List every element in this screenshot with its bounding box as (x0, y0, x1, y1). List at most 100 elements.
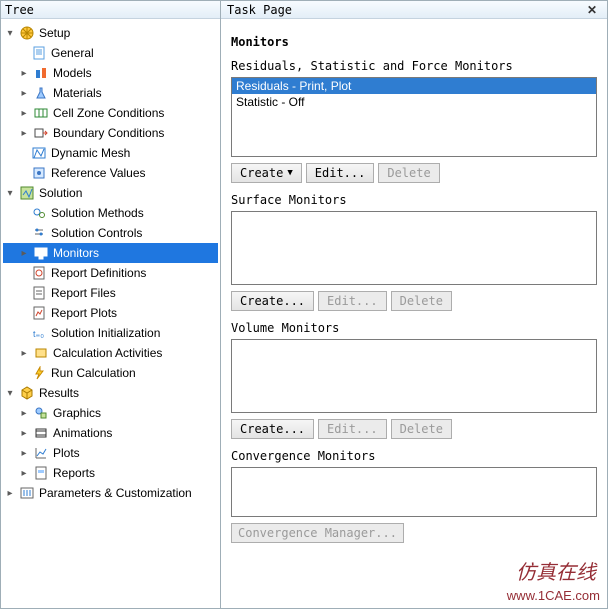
tree-node-calc-activities[interactable]: ▸ Calculation Activities (3, 343, 218, 363)
tree-node-materials[interactable]: ▸ Materials (3, 83, 218, 103)
expander-collapse-icon[interactable]: ▾ (3, 26, 17, 40)
film-icon (33, 425, 49, 441)
surface-button-row: Create... Edit... Delete (231, 291, 597, 311)
expander-collapse-icon[interactable]: ▾ (3, 386, 17, 400)
tree-node-animations[interactable]: ▸ Animations (3, 423, 218, 443)
expander-expand-icon[interactable]: ▸ (17, 66, 31, 80)
tree-node-run-calc[interactable]: Run Calculation (3, 363, 218, 383)
expander-expand-icon[interactable]: ▸ (17, 346, 31, 360)
tree-node-solution[interactable]: ▾ Solution (3, 183, 218, 203)
expander-expand-icon[interactable]: ▸ (17, 106, 31, 120)
node-label: Animations (53, 426, 112, 440)
expander-expand-icon[interactable]: ▸ (17, 246, 31, 260)
tree-node-boundary[interactable]: ▸ Boundary Conditions (3, 123, 218, 143)
tree-node-reports[interactable]: ▸ Reports (3, 463, 218, 483)
node-label: Report Definitions (51, 266, 146, 280)
tree-node-monitors[interactable]: ▸ Monitors (3, 243, 218, 263)
tree-node-solution-methods[interactable]: Solution Methods (3, 203, 218, 223)
expander-expand-icon[interactable]: ▸ (17, 446, 31, 460)
delete-button: Delete (378, 163, 439, 183)
tree-node-report-plots[interactable]: Report Plots (3, 303, 218, 323)
flask-icon (33, 85, 49, 101)
tree-node-setup[interactable]: ▾ Setup (3, 23, 218, 43)
convergence-manager-button: Convergence Manager... (231, 523, 404, 543)
residuals-listbox[interactable]: Residuals - Print, Plot Statistic - Off (231, 77, 597, 157)
node-label: Results (39, 386, 79, 400)
tree-node-params[interactable]: ▸ Parameters & Customization (3, 483, 218, 503)
page-title: Monitors (231, 35, 597, 49)
page-icon (31, 45, 47, 61)
task-panel: Task Page ✕ Monitors Residuals, Statisti… (221, 1, 607, 608)
tree-node-results[interactable]: ▾ Results (3, 383, 218, 403)
delete-button: Delete (391, 419, 452, 439)
close-icon[interactable]: ✕ (583, 1, 601, 19)
reference-icon (31, 165, 47, 181)
tree-node-reference-values[interactable]: Reference Values (3, 163, 218, 183)
create-button[interactable]: Create... (231, 291, 314, 311)
cube-icon (19, 385, 35, 401)
watermark-text-1: 仿真在线 (516, 556, 596, 585)
tree-node-graphics[interactable]: ▸ Graphics (3, 403, 218, 423)
expander-expand-icon[interactable]: ▸ (17, 406, 31, 420)
tree-node-general[interactable]: General (3, 43, 218, 63)
svg-text:t₌₀: t₌₀ (33, 329, 44, 339)
node-label: Solution (39, 186, 82, 200)
list-item[interactable]: Residuals - Print, Plot (232, 78, 596, 94)
node-label: Report Plots (51, 306, 117, 320)
expander-expand-icon[interactable]: ▸ (17, 466, 31, 480)
mesh-icon (31, 145, 47, 161)
edit-button: Edit... (318, 419, 387, 439)
file-icon (31, 285, 47, 301)
chart-icon (33, 445, 49, 461)
surface-listbox[interactable] (231, 211, 597, 285)
graphics-icon (33, 405, 49, 421)
node-label: Monitors (53, 246, 99, 260)
expander-collapse-icon[interactable]: ▾ (3, 186, 17, 200)
node-label: Materials (53, 86, 102, 100)
solution-icon (19, 185, 35, 201)
convergence-listbox[interactable] (231, 467, 597, 517)
tree-node-dynamic-mesh[interactable]: Dynamic Mesh (3, 143, 218, 163)
tree-node-models[interactable]: ▸ Models (3, 63, 218, 83)
button-label: Create (240, 166, 283, 180)
convergence-button-row: Convergence Manager... (231, 523, 597, 543)
tree-node-solution-init[interactable]: t₌₀ Solution Initialization (3, 323, 218, 343)
node-label: Solution Initialization (51, 326, 160, 340)
tree-node-solution-controls[interactable]: Solution Controls (3, 223, 218, 243)
watermark-text-2: www.1CAE.com (507, 588, 600, 603)
chevron-down-icon: ▼ (287, 168, 292, 178)
node-label: Report Files (51, 286, 116, 300)
residuals-section-label: Residuals, Statistic and Force Monitors (231, 59, 597, 73)
node-label: Solution Methods (51, 206, 144, 220)
volume-listbox[interactable] (231, 339, 597, 413)
tree-node-plots[interactable]: ▸ Plots (3, 443, 218, 463)
gears-icon (31, 205, 47, 221)
node-label: Calculation Activities (53, 346, 162, 360)
node-label: Solution Controls (51, 226, 142, 240)
expander-expand-icon[interactable]: ▸ (17, 426, 31, 440)
tree-node-cell-zone[interactable]: ▸ Cell Zone Conditions (3, 103, 218, 123)
create-button[interactable]: Create... (231, 419, 314, 439)
node-label: Plots (53, 446, 80, 460)
task-header: Task Page ✕ (221, 1, 607, 19)
edit-button[interactable]: Edit... (306, 163, 375, 183)
node-label: Setup (39, 26, 70, 40)
tree-body: ▾ Setup General ▸ Models ▸ Materials (1, 19, 220, 608)
expander-expand-icon[interactable]: ▸ (17, 86, 31, 100)
create-dropdown-button[interactable]: Create ▼ (231, 163, 302, 183)
list-item[interactable]: Statistic - Off (232, 94, 596, 110)
tree-node-report-files[interactable]: Report Files (3, 283, 218, 303)
init-icon: t₌₀ (31, 325, 47, 341)
monitor-icon (33, 245, 49, 261)
bolt-icon (31, 365, 47, 381)
node-label: Run Calculation (51, 366, 136, 380)
plot-doc-icon (31, 305, 47, 321)
node-label: Parameters & Customization (39, 486, 192, 500)
expander-expand-icon[interactable]: ▸ (3, 486, 17, 500)
residuals-button-row: Create ▼ Edit... Delete (231, 163, 597, 183)
params-icon (19, 485, 35, 501)
expander-expand-icon[interactable]: ▸ (17, 126, 31, 140)
tree-node-report-definitions[interactable]: Report Definitions (3, 263, 218, 283)
node-label: Graphics (53, 406, 101, 420)
boundary-icon (33, 125, 49, 141)
